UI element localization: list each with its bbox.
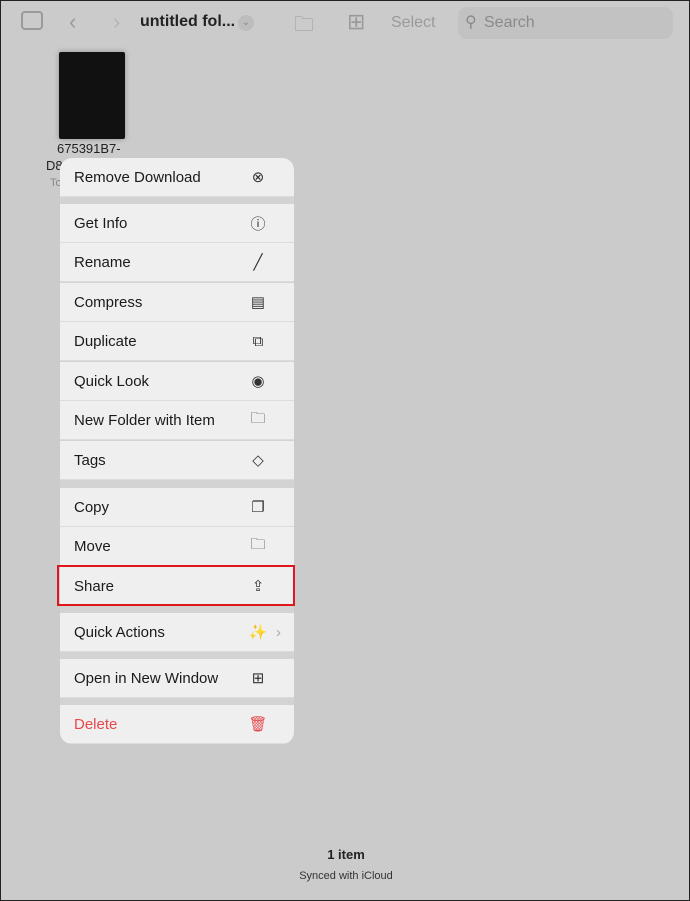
menu-item-get-info[interactable]: Get Info ⓘ bbox=[60, 204, 294, 243]
context-menu: Remove Download ⊗ Get Info ⓘ Rename ╱ Compress… bbox=[60, 158, 294, 744]
menu-item-quick-actions[interactable]: Quick Actions ✨ › bbox=[60, 613, 294, 652]
xmark-circle-icon: ⊗ bbox=[251, 169, 265, 186]
archive-box-icon: ▤ bbox=[250, 294, 266, 311]
grid-icon: ⊞ bbox=[251, 670, 265, 687]
menu-item-remove-download[interactable]: Remove Download ⊗ bbox=[60, 158, 294, 197]
menu-item-quick-look[interactable]: Quick Look ◉ bbox=[60, 362, 294, 401]
menu-item-label: Quick Actions bbox=[74, 623, 165, 641]
file-name: 675391B7- bbox=[57, 141, 121, 156]
menu-item-open-in-new-window[interactable]: Open in New Window ⊞ bbox=[60, 659, 294, 698]
eye-icon: ◉ bbox=[251, 373, 265, 390]
menu-item-label: Rename bbox=[74, 253, 131, 271]
menu-item-label: Tags bbox=[74, 451, 106, 469]
folder-title[interactable]: untitled fol... bbox=[140, 13, 235, 31]
menu-item-duplicate[interactable]: Duplicate ⧉ bbox=[60, 322, 294, 361]
menu-item-label: Move bbox=[74, 537, 111, 555]
chevron-right-icon: › bbox=[276, 623, 281, 641]
menu-item-rename[interactable]: Rename ╱ bbox=[60, 243, 294, 282]
tag-icon: ◇ bbox=[252, 452, 264, 469]
menu-item-label: Get Info bbox=[74, 214, 128, 232]
info-circle-icon: ⓘ bbox=[250, 215, 266, 233]
magic-wand-icon: ✨ bbox=[248, 624, 268, 641]
forward-icon[interactable]: › bbox=[113, 9, 120, 35]
search-placeholder: Search bbox=[484, 14, 535, 31]
pencil-icon: ╱ bbox=[253, 254, 263, 271]
menu-item-copy[interactable]: Copy ❐ bbox=[60, 488, 294, 527]
menu-item-label: Remove Download bbox=[74, 168, 201, 186]
share-highlight-box bbox=[57, 565, 295, 606]
select-button[interactable]: Select bbox=[391, 14, 435, 32]
new-folder-icon[interactable]: 🗀 bbox=[294, 10, 314, 44]
menu-item-new-folder-with-item[interactable]: New Folder with Item 🗀 bbox=[60, 401, 294, 440]
back-icon[interactable]: ‹ bbox=[69, 9, 76, 35]
menu-item-label: Open in New Window bbox=[74, 669, 219, 687]
chevron-down-icon[interactable]: ⌄ bbox=[238, 15, 254, 31]
menu-item-label: Quick Look bbox=[74, 372, 150, 390]
search-input[interactable]: ⚲ Search bbox=[458, 7, 673, 39]
trash-icon: 🗑 bbox=[248, 716, 268, 733]
menu-item-delete[interactable]: Delete 🗑 bbox=[60, 705, 294, 744]
menu-item-label: Compress bbox=[74, 293, 143, 311]
plus-square-on-square-icon: ⧉ bbox=[252, 332, 264, 350]
menu-item-compress[interactable]: Compress ▤ bbox=[60, 283, 294, 322]
item-count: 1 item bbox=[327, 847, 365, 862]
menu-item-label: Copy bbox=[74, 498, 110, 516]
sidebar-toggle-icon[interactable] bbox=[21, 11, 43, 30]
menu-item-label: Delete bbox=[74, 715, 118, 733]
menu-item-label: New Folder with Item bbox=[74, 411, 215, 429]
menu-item-label: Duplicate bbox=[74, 332, 137, 350]
search-icon: ⚲ bbox=[465, 14, 477, 31]
grid-view-icon[interactable]: ⊞ bbox=[347, 9, 365, 35]
folder-icon: 🗀 bbox=[250, 535, 266, 553]
menu-item-move[interactable]: Move 🗀 bbox=[60, 527, 294, 566]
folder-badge-plus-icon: 🗀 bbox=[250, 409, 266, 427]
doc-on-doc-icon: ❐ bbox=[251, 499, 265, 516]
sync-status: Synced with iCloud bbox=[299, 870, 393, 882]
menu-item-tags[interactable]: Tags ◇ bbox=[60, 441, 294, 480]
file-thumbnail[interactable] bbox=[59, 52, 125, 139]
